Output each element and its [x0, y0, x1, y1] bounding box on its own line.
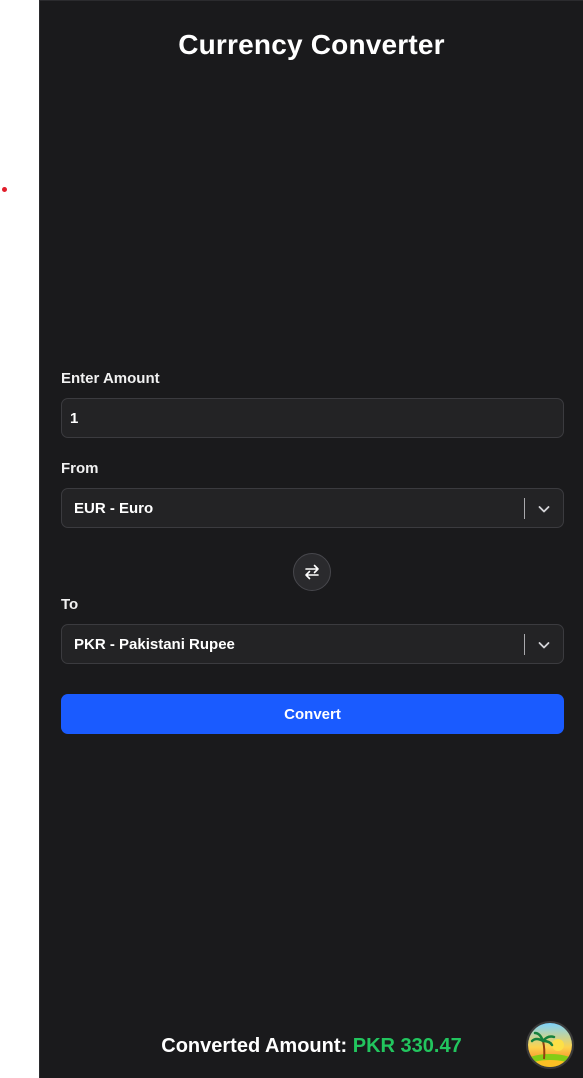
page-title: Currency Converter [178, 29, 445, 60]
swap-currencies-button[interactable] [293, 553, 331, 591]
converted-amount: Converted Amount: PKR 330.47 [40, 1035, 583, 1058]
chevron-down-icon[interactable] [536, 501, 552, 517]
convert-button[interactable]: Convert [61, 694, 564, 734]
amount-input[interactable] [62, 399, 563, 437]
converter-panel: Currency Converter Enter Amount From EUR… [39, 0, 583, 1078]
to-label: To [61, 596, 79, 613]
amount-field [61, 398, 564, 438]
tropical-island-avatar[interactable] [526, 1021, 574, 1069]
chevron-down-icon[interactable] [536, 637, 552, 653]
select-separator [524, 634, 525, 655]
select-separator [524, 498, 525, 519]
converted-amount-value: PKR 330.47 [352, 1035, 462, 1057]
red-dot-marker [2, 187, 7, 192]
from-currency-value: EUR - Euro [74, 500, 154, 517]
swap-arrows-icon [305, 564, 319, 580]
to-currency-select[interactable]: PKR - Pakistani Rupee [61, 624, 564, 664]
from-currency-select[interactable]: EUR - Euro [61, 488, 564, 528]
to-currency-value: PKR - Pakistani Rupee [74, 636, 235, 653]
converted-amount-label: Converted Amount: [161, 1035, 353, 1057]
amount-label: Enter Amount [61, 370, 160, 387]
from-label: From [61, 460, 99, 477]
avatar-image [528, 1023, 572, 1067]
